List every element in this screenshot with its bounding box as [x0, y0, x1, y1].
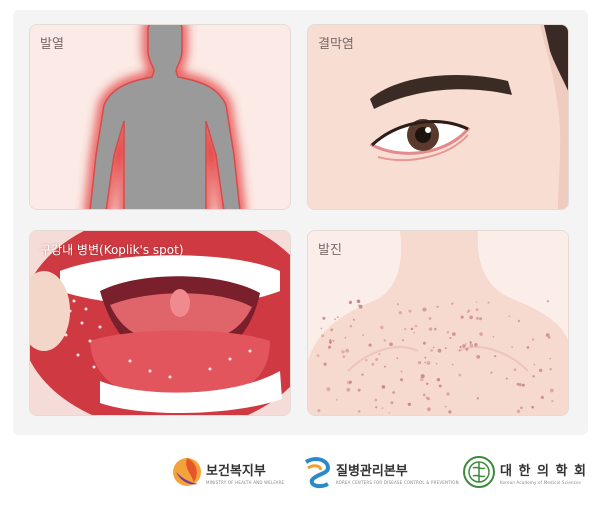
kams-name: 대 한 의 학 회 [500, 464, 587, 479]
mohw-subtitle: MINISTRY OF HEALTH AND WELFARE [206, 480, 285, 485]
oral-lesion-panel: 구강내 병변(Koplik's spot) [29, 230, 291, 416]
mohw-logo: 보건복지부 MINISTRY OF HEALTH AND WELFARE [172, 448, 292, 498]
kams-emblem-icon [463, 456, 495, 488]
kdca-subtitle: KOREA CENTERS FOR DISEASE CONTROL & PREV… [336, 480, 459, 485]
conjunctivitis-label: 결막염 [318, 37, 354, 52]
oral-lesion-label: 구강내 병변(Koplik's spot) [40, 243, 184, 257]
mohw-emblem-icon [173, 458, 201, 486]
rash-panel: 발진 [307, 230, 569, 416]
koplik-spot-mouth-illustration [30, 231, 290, 415]
fever-silhouette-illustration [85, 25, 245, 209]
fever-panel: 발열 [29, 24, 291, 210]
rash-skin-illustration [308, 231, 568, 415]
mohw-name: 보건복지부 [206, 464, 266, 479]
kdca-logo: 질병관리본부 KOREA CENTERS FOR DISEASE CONTROL… [302, 448, 459, 498]
red-eye-illustration [308, 25, 568, 209]
rash-label: 발진 [318, 243, 342, 258]
conjunctivitis-panel: 결막염 [307, 24, 569, 210]
kams-logo: 대 한 의 학 회 Korean Academy of Medical Scie… [462, 448, 597, 498]
fever-label: 발열 [40, 37, 64, 52]
kdca-emblem-icon [304, 457, 331, 489]
kdca-name: 질병관리본부 [336, 464, 408, 479]
partner-logos: 보건복지부 MINISTRY OF HEALTH AND WELFARE 질병관… [0, 448, 600, 498]
kams-subtitle: Korean Academy of Medical Sciences [500, 480, 582, 485]
